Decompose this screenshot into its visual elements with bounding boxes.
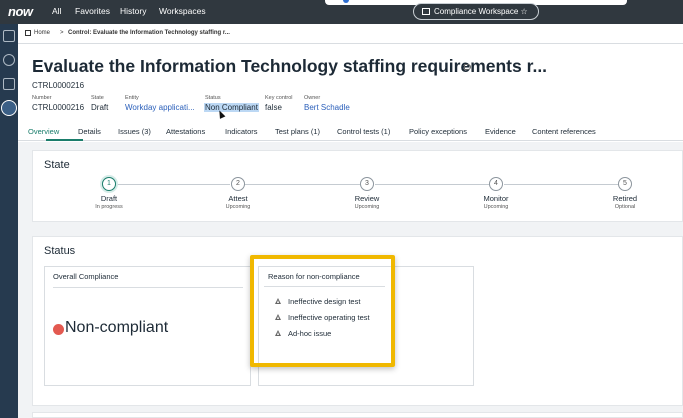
tab-test-plans[interactable]: Test plans (1) (275, 127, 320, 136)
record-tabs: Overview Details Issues (3) Attestations… (18, 124, 683, 141)
reason-label: Reason for non-compliance (268, 272, 360, 281)
overall-compliance-value: Non-compliant (65, 319, 169, 336)
next-section-card (32, 412, 683, 418)
step-1-circle[interactable]: 1 (102, 177, 116, 191)
field-label-number: Number (32, 95, 52, 101)
field-value-number: CTRL0000216 (32, 103, 85, 112)
step-3-name: Review (354, 194, 380, 203)
workspace-pill[interactable]: Compliance Workspace ☆ (413, 3, 539, 20)
state-card (32, 150, 683, 222)
tab-attestations[interactable]: Attestations (166, 127, 205, 136)
tab-issues[interactable]: Issues (3) (118, 127, 151, 136)
tab-control-tests[interactable]: Control tests (1) (337, 127, 390, 136)
tab-details[interactable]: Details (78, 127, 101, 136)
step-1-sub: In progress (95, 204, 123, 210)
workspace-pill-label: Compliance Workspace ☆ (434, 7, 528, 16)
field-value-state: Draft (91, 103, 109, 112)
noncompliant-dot-icon (53, 324, 64, 335)
breadcrumb-separator: > (60, 30, 64, 36)
active-tab-indicator (46, 139, 83, 141)
field-label-owner: Owner (304, 95, 321, 101)
step-4-circle[interactable]: 4 (489, 177, 503, 191)
left-rail (0, 24, 18, 418)
nav-workspaces[interactable]: Workspaces (159, 6, 206, 16)
step-connector (245, 184, 360, 185)
step-3-sub: Upcoming (354, 204, 380, 210)
tag-icon[interactable] (464, 64, 471, 70)
tab-overview[interactable]: Overview (28, 127, 59, 136)
step-5-circle[interactable]: 5 (618, 177, 632, 191)
home-icon (25, 30, 31, 36)
field-value-status: Non Compliant (204, 103, 259, 112)
step-2-sub: Upcoming (225, 204, 251, 210)
workspace-icon (422, 8, 430, 15)
step-1-name: Draft (100, 194, 118, 203)
field-label-state: State (91, 95, 104, 101)
step-5-sub: Optional (614, 204, 636, 210)
divider (53, 287, 243, 288)
breadcrumb: Home > Control: Evaluate the Information… (18, 24, 683, 44)
step-connector (504, 184, 618, 185)
step-4-name: Monitor (483, 194, 509, 203)
reason-item: Ineffective design test (288, 297, 361, 306)
top-nav-bar: now All Favorites History Workspaces Com… (0, 0, 683, 24)
nav-history[interactable]: History (120, 6, 146, 16)
warning-icon (275, 330, 281, 336)
tab-policy-exceptions[interactable]: Policy exceptions (409, 127, 467, 136)
warning-icon (275, 298, 281, 304)
status-title: Status (44, 245, 76, 257)
now-logo[interactable]: now (8, 4, 33, 19)
tab-evidence[interactable]: Evidence (485, 127, 516, 136)
breadcrumb-home[interactable]: Home (34, 30, 50, 36)
reason-item: Ad-hoc issue (288, 329, 332, 338)
tab-content-references[interactable]: Content references (532, 127, 596, 136)
state-title: State (44, 159, 70, 171)
clipboard-icon[interactable] (3, 78, 15, 90)
field-label-entity: Entity (125, 95, 139, 101)
step-2-circle[interactable]: 2 (231, 177, 245, 191)
step-4-sub: Upcoming (483, 204, 509, 210)
field-value-entity[interactable]: Workday applicati... (125, 103, 195, 112)
field-label-key-control: Key control (265, 95, 293, 101)
overall-compliance-label: Overall Compliance (53, 272, 119, 281)
nav-all[interactable]: All (52, 6, 61, 16)
breadcrumb-current[interactable]: Control: Evaluate the Information Techno… (68, 30, 230, 36)
step-3-circle[interactable]: 3 (360, 177, 374, 191)
tab-indicators[interactable]: Indicators (225, 127, 258, 136)
record-number: CTRL0000216 (32, 81, 85, 90)
popup-indicator-icon (343, 0, 349, 3)
field-value-key-control: false (265, 103, 282, 112)
nav-favorites[interactable]: Favorites (75, 6, 110, 16)
home-icon[interactable] (3, 30, 15, 42)
reason-item: Ineffective operating test (288, 313, 370, 322)
field-value-owner[interactable]: Bert Schadle (304, 103, 350, 112)
list-menu-icon[interactable] (1, 100, 17, 116)
warning-icon (275, 314, 281, 320)
divider (264, 286, 385, 287)
check-circle-icon[interactable] (3, 54, 15, 66)
step-5-name: Retired (612, 194, 638, 203)
step-2-name: Attest (228, 194, 248, 203)
step-connector (116, 184, 230, 185)
field-label-status: Status (205, 95, 221, 101)
step-connector (375, 184, 489, 185)
